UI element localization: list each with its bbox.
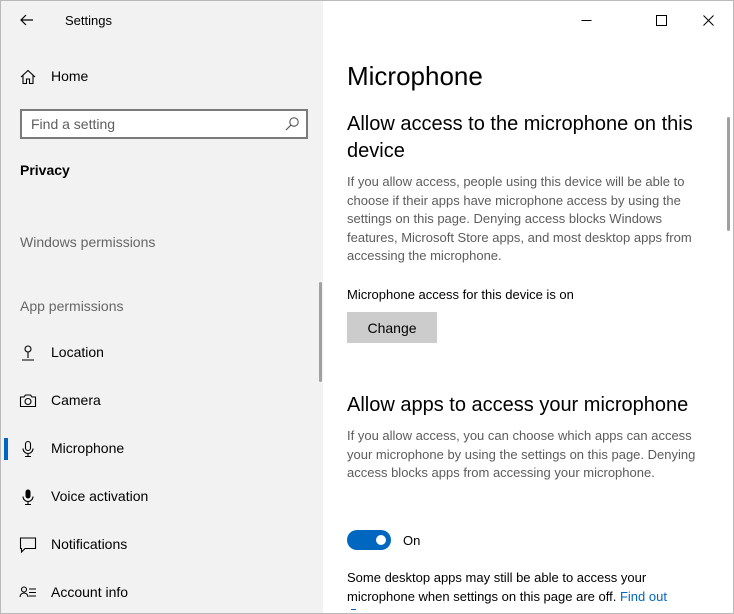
find-out-more-link[interactable]: Find out — [620, 589, 667, 604]
maximize-icon — [655, 14, 667, 26]
sidebar-item-camera[interactable]: Camera — [1, 382, 323, 418]
device-access-heading-line2: device — [347, 140, 405, 162]
sidebar-item-label: Account info — [51, 584, 129, 600]
group-header-app-permissions: App permissions — [20, 298, 124, 314]
sidebar-item-location[interactable]: Location — [1, 334, 323, 370]
sidebar-item-label: Notifications — [51, 536, 128, 552]
close-icon — [702, 14, 714, 26]
settings-window: Settings Home Privacy Windows permission… — [0, 0, 734, 614]
main-scrollbar[interactable] — [727, 117, 730, 231]
sidebar-item-label: Microphone — [51, 440, 125, 456]
search-input[interactable] — [31, 111, 281, 137]
desktop-apps-note: Some desktop apps may still be able to a… — [347, 568, 715, 606]
sidebar-item-voice-activation[interactable]: Voice activation — [1, 478, 323, 514]
sidebar: Settings Home Privacy Windows permission… — [1, 1, 323, 613]
group-header-windows-permissions: Windows permissions — [20, 234, 156, 250]
sidebar-item-notifications[interactable]: Notifications — [1, 526, 323, 562]
toggle-knob — [376, 535, 386, 545]
minimize-icon — [581, 19, 591, 21]
search-box[interactable] — [20, 109, 308, 139]
sidebar-scrollbar[interactable] — [319, 282, 322, 382]
device-access-heading: Allow access to the microphone on this d… — [347, 111, 693, 165]
maximize-button[interactable] — [646, 7, 676, 33]
sidebar-item-home[interactable]: Home — [1, 58, 323, 94]
sidebar-item-label: Location — [51, 344, 104, 360]
search-icon — [285, 117, 299, 131]
toggle-state-label: On — [403, 533, 421, 548]
voice-activation-icon — [22, 489, 34, 506]
link-underline — [351, 609, 356, 610]
app-title: Settings — [65, 13, 112, 28]
back-button[interactable] — [14, 9, 40, 31]
page-title: Microphone — [347, 61, 483, 91]
apps-access-toggle[interactable] — [347, 530, 391, 550]
microphone-icon — [22, 440, 34, 458]
device-access-description: If you allow access, people using this d… — [347, 174, 692, 263]
sidebar-item-label: Camera — [51, 392, 101, 408]
change-button[interactable]: Change — [347, 312, 437, 343]
sidebar-item-account-info[interactable]: Account info — [1, 574, 323, 610]
sidebar-item-label: Home — [51, 68, 89, 84]
camera-icon — [19, 394, 37, 408]
main-content: Microphone Allow access to the microphon… — [323, 1, 733, 613]
account-info-icon — [19, 586, 36, 598]
sidebar-item-label: Voice activation — [51, 488, 149, 504]
device-access-status: Microphone access for this device is on — [347, 287, 574, 302]
location-pin-icon — [22, 345, 34, 361]
desktop-apps-note-text: Some desktop apps may still be able to a… — [347, 570, 647, 604]
apps-access-description: If you allow access, you can choose whic… — [347, 428, 696, 480]
section-title-privacy: Privacy — [20, 162, 70, 178]
apps-access-heading: Allow apps to access your microphone — [347, 394, 689, 416]
device-access-heading-line1: Allow access to the microphone on this — [347, 113, 693, 135]
home-icon — [20, 69, 36, 85]
minimize-button[interactable] — [571, 7, 601, 33]
back-arrow-icon — [20, 14, 33, 26]
sidebar-item-microphone[interactable]: Microphone — [1, 430, 323, 466]
close-button[interactable] — [693, 7, 723, 33]
notifications-icon — [19, 537, 37, 554]
